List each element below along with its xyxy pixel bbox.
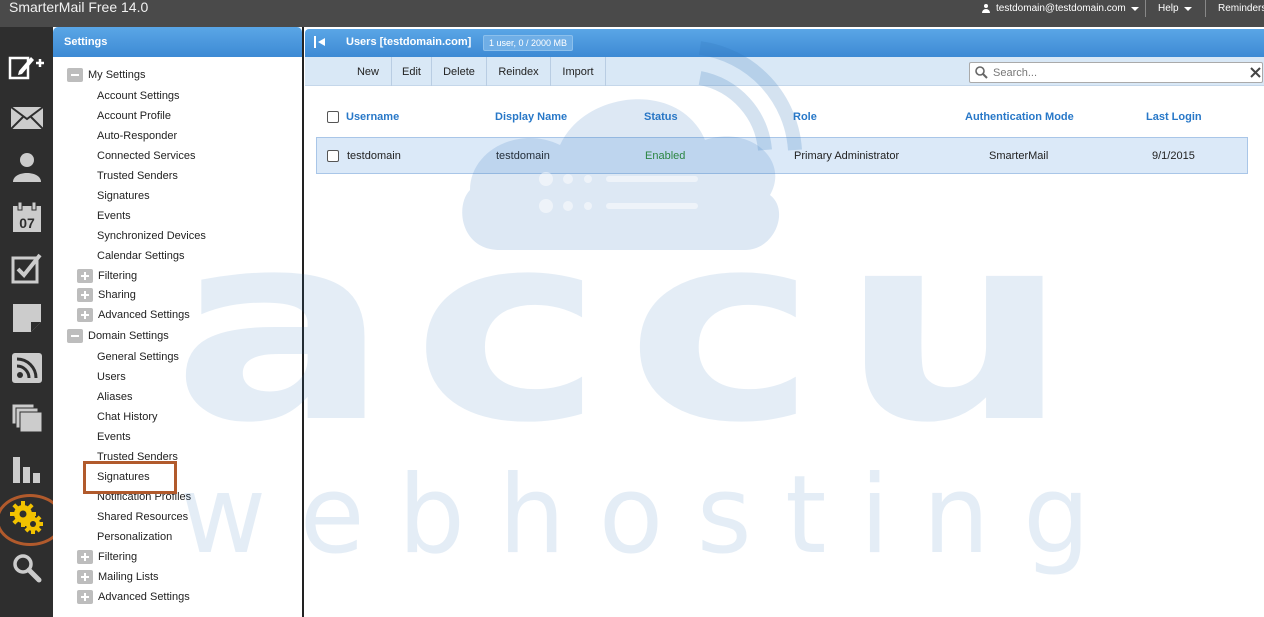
cell-status: Enabled [645,150,686,162]
users-panel: Users [testdomain.com] 1 user, 0 / 2000 … [305,27,1264,617]
cell-display-name: testdomain [496,150,550,162]
edit-button[interactable]: Edit [391,57,432,86]
collapse-icon[interactable] [67,329,83,343]
tree-item-account-settings[interactable]: Account Settings [97,90,180,102]
new-button[interactable]: New [345,57,391,86]
search-box [969,62,1263,83]
expand-icon[interactable] [77,308,93,322]
rss-icon[interactable] [0,348,53,388]
reindex-button[interactable]: Reindex [487,57,551,86]
column-header-status[interactable]: Status [644,111,678,123]
tree-group-label: My Settings [88,69,146,81]
tree-group-label: Advanced Settings [98,309,190,321]
expand-icon[interactable] [77,590,93,604]
tree-group-advanced-settings[interactable]: Advanced Settings [77,308,190,322]
tree-item-events[interactable]: Events [97,431,131,443]
search-nav-icon[interactable] [0,548,53,588]
notes-icon[interactable] [0,298,53,338]
user-email: testdomain@testdomain.com [996,3,1126,14]
calendar-icon[interactable]: 07 [0,197,53,237]
compose-icon[interactable] [0,48,53,88]
tree-item-trusted-senders[interactable]: Trusted Senders [97,170,178,182]
tree-group-label: Domain Settings [88,330,169,342]
top-bar: SmarterMail Free 14.0 testdomain@testdom… [0,0,1264,27]
files-icon[interactable] [0,398,53,438]
tree-group-label: Mailing Lists [98,571,159,583]
reminders-label: Reminders [1218,3,1264,14]
tree-item-auto-responder[interactable]: Auto-Responder [97,130,177,142]
column-header-display-name[interactable]: Display Name [495,111,567,123]
select-all-checkbox[interactable] [327,111,339,123]
user-icon [982,4,990,13]
tree-group-advanced-settings[interactable]: Advanced Settings [77,590,190,604]
column-header-username[interactable]: Username [346,111,399,123]
tree-group-label: Sharing [98,289,136,301]
cell-username: testdomain [347,150,401,162]
usage-badge: 1 user, 0 / 2000 MB [483,35,574,51]
mail-icon[interactable] [0,98,53,138]
search-icon [975,66,988,79]
tree-group-my-settings[interactable]: My Settings [67,68,145,82]
tree-item-users[interactable]: Users [97,371,126,383]
tree-group-mailing-lists[interactable]: Mailing Lists [77,570,159,584]
divider [1205,0,1206,17]
tree-group-sharing[interactable]: Sharing [77,288,136,302]
delete-button[interactable]: Delete [432,57,487,86]
expand-icon[interactable] [77,288,93,302]
reports-icon[interactable] [0,448,53,488]
column-header-last-login[interactable]: Last Login [1146,111,1202,123]
search-input[interactable] [993,65,1238,80]
cell-last-login: 9/1/2015 [1152,150,1195,162]
user-menu[interactable]: testdomain@testdomain.com [982,0,1139,17]
cell-authentication-mode: SmarterMail [989,150,1049,162]
close-icon[interactable] [1250,67,1261,78]
collapse-panel-icon[interactable] [314,36,326,48]
tree-group-label: Filtering [98,270,138,282]
import-button[interactable]: Import [551,57,606,86]
tree-group-label: Advanced Settings [98,591,190,603]
settings-header: Settings [53,27,302,57]
row-checkbox[interactable] [327,150,339,162]
tasks-icon[interactable] [0,248,53,288]
chevron-down-icon [1183,6,1192,11]
app-nav-bar: 07 [0,27,64,617]
expand-icon[interactable] [77,550,93,564]
tree-item-general-settings[interactable]: General Settings [97,351,179,363]
tree-item-synchronized-devices[interactable]: Synchronized Devices [97,230,206,242]
divider [1145,0,1146,17]
calendar-day: 07 [19,215,35,231]
tree-group-domain-settings[interactable]: Domain Settings [67,329,169,343]
expand-icon[interactable] [77,269,93,283]
tree-item-shared-resources[interactable]: Shared Resources [97,511,188,523]
tree-group-label: Filtering [98,551,138,563]
tree-item-aliases[interactable]: Aliases [97,391,132,403]
tree-item-signatures[interactable]: Signatures [97,190,150,202]
help-label: Help [1158,3,1179,14]
users-header: Users [testdomain.com] 1 user, 0 / 2000 … [305,29,1264,57]
tree-item-events[interactable]: Events [97,210,131,222]
cell-role: Primary Administrator [794,150,900,162]
expand-icon[interactable] [77,570,93,584]
tree-item-chat-history[interactable]: Chat History [97,411,158,423]
tree-item-connected-services[interactable]: Connected Services [97,150,195,162]
contacts-icon[interactable] [0,147,53,187]
page-title: Users [testdomain.com] [346,36,472,48]
toolbar: New Edit Delete Reindex Import [305,57,1264,86]
signatures-highlight-annotation [83,461,177,494]
column-header-authentication-mode[interactable]: Authentication Mode [965,111,1074,123]
tree-item-personalization[interactable]: Personalization [97,531,172,543]
tree-item-calendar-settings[interactable]: Calendar Settings [97,250,184,262]
reminders-link[interactable]: Reminders [1218,0,1264,17]
settings-tree-panel: Settings My Settings Account Settings Ac… [53,27,304,617]
table-row[interactable]: testdomain testdomain Enabled Primary Ad… [316,137,1248,174]
column-header-role[interactable]: Role [793,111,817,123]
chevron-down-icon [1130,6,1139,11]
tree-group-filtering[interactable]: Filtering [77,269,137,283]
tree-item-account-profile[interactable]: Account Profile [97,110,171,122]
collapse-icon[interactable] [67,68,83,82]
help-menu[interactable]: Help [1158,0,1192,17]
tree-group-filtering[interactable]: Filtering [77,550,137,564]
app-title: SmarterMail Free 14.0 [9,0,149,15]
